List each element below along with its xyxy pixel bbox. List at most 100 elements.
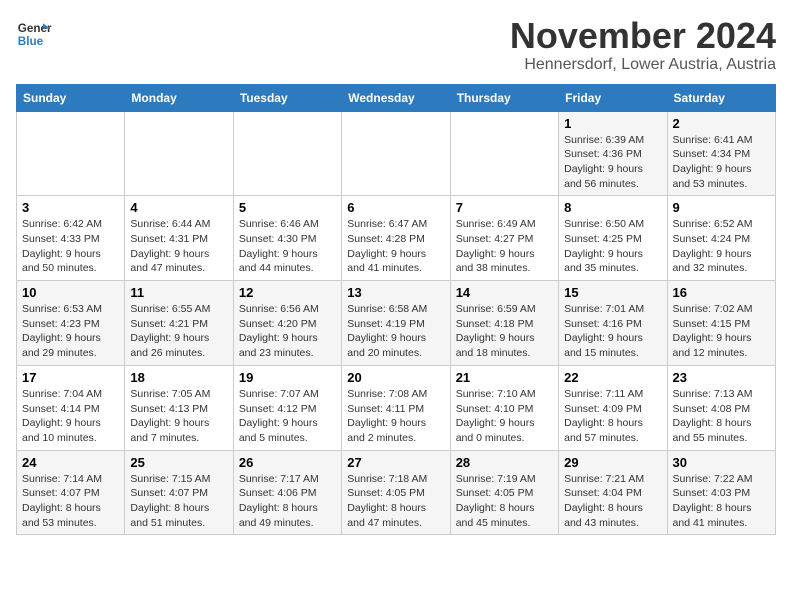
calendar-cell: 25 Sunrise: 7:15 AM Sunset: 4:07 PM Dayli… <box>125 450 233 535</box>
day-info: Sunrise: 7:04 AM Sunset: 4:14 PM Dayligh… <box>22 387 119 446</box>
day-info: Sunrise: 6:47 AM Sunset: 4:28 PM Dayligh… <box>347 217 444 276</box>
calendar-cell: 12 Sunrise: 6:56 AM Sunset: 4:20 PM Dayli… <box>233 281 341 366</box>
day-info: Sunrise: 6:58 AM Sunset: 4:19 PM Dayligh… <box>347 302 444 361</box>
day-number: 7 <box>456 200 553 215</box>
day-info: Sunrise: 7:18 AM Sunset: 4:05 PM Dayligh… <box>347 472 444 531</box>
day-number: 18 <box>130 370 227 385</box>
day-number: 28 <box>456 455 553 470</box>
day-number: 4 <box>130 200 227 215</box>
day-info: Sunrise: 6:50 AM Sunset: 4:25 PM Dayligh… <box>564 217 661 276</box>
calendar-cell: 6 Sunrise: 6:47 AM Sunset: 4:28 PM Daylig… <box>342 196 450 281</box>
page-header: General Blue November 2024 Hennersdorf, … <box>16 16 776 74</box>
svg-text:General: General <box>18 22 52 35</box>
day-info: Sunrise: 7:08 AM Sunset: 4:11 PM Dayligh… <box>347 387 444 446</box>
calendar-cell: 30 Sunrise: 7:22 AM Sunset: 4:03 PM Dayli… <box>667 450 775 535</box>
day-number: 30 <box>673 455 770 470</box>
day-info: Sunrise: 7:01 AM Sunset: 4:16 PM Dayligh… <box>564 302 661 361</box>
calendar-cell: 9Sunrise: 6:52 AM Sunset: 4:24 PM Daylig… <box>667 196 775 281</box>
day-info: Sunrise: 6:39 AM Sunset: 4:36 PM Dayligh… <box>564 133 661 192</box>
day-info: Sunrise: 7:21 AM Sunset: 4:04 PM Dayligh… <box>564 472 661 531</box>
day-number: 14 <box>456 285 553 300</box>
calendar-cell <box>17 111 125 196</box>
day-number: 21 <box>456 370 553 385</box>
day-number: 22 <box>564 370 661 385</box>
calendar-cell: 21 Sunrise: 7:10 AM Sunset: 4:10 PM Dayli… <box>450 365 558 450</box>
day-info: Sunrise: 7:17 AM Sunset: 4:06 PM Dayligh… <box>239 472 336 531</box>
month-title: November 2024 <box>510 16 776 56</box>
day-number: 23 <box>673 370 770 385</box>
day-number: 1 <box>564 116 661 131</box>
calendar-cell <box>450 111 558 196</box>
calendar-cell: 15 Sunrise: 7:01 AM Sunset: 4:16 PM Dayli… <box>559 281 667 366</box>
calendar-week-2: 3 Sunrise: 6:42 AM Sunset: 4:33 PM Daylig… <box>17 196 776 281</box>
weekday-header-wednesday: Wednesday <box>342 84 450 111</box>
day-info: Sunrise: 7:07 AM Sunset: 4:12 PM Dayligh… <box>239 387 336 446</box>
calendar-cell: 28Sunrise: 7:19 AM Sunset: 4:05 PM Dayli… <box>450 450 558 535</box>
calendar-cell: 5Sunrise: 6:46 AM Sunset: 4:30 PM Daylig… <box>233 196 341 281</box>
calendar-cell: 23 Sunrise: 7:13 AM Sunset: 4:08 PM Dayli… <box>667 365 775 450</box>
day-info: Sunrise: 7:22 AM Sunset: 4:03 PM Dayligh… <box>673 472 770 531</box>
day-info: Sunrise: 6:44 AM Sunset: 4:31 PM Dayligh… <box>130 217 227 276</box>
day-number: 13 <box>347 285 444 300</box>
calendar-cell <box>233 111 341 196</box>
day-number: 15 <box>564 285 661 300</box>
weekday-header-tuesday: Tuesday <box>233 84 341 111</box>
calendar-cell: 24 Sunrise: 7:14 AM Sunset: 4:07 PM Dayli… <box>17 450 125 535</box>
day-number: 8 <box>564 200 661 215</box>
day-number: 10 <box>22 285 119 300</box>
day-info: Sunrise: 7:05 AM Sunset: 4:13 PM Dayligh… <box>130 387 227 446</box>
calendar-cell: 3 Sunrise: 6:42 AM Sunset: 4:33 PM Daylig… <box>17 196 125 281</box>
calendar-cell: 18 Sunrise: 7:05 AM Sunset: 4:13 PM Dayli… <box>125 365 233 450</box>
day-number: 17 <box>22 370 119 385</box>
day-number: 16 <box>673 285 770 300</box>
day-number: 25 <box>130 455 227 470</box>
logo-icon: General Blue <box>16 16 52 52</box>
svg-text:Blue: Blue <box>18 35 44 48</box>
day-number: 19 <box>239 370 336 385</box>
calendar-cell: 14 Sunrise: 6:59 AM Sunset: 4:18 PM Dayli… <box>450 281 558 366</box>
calendar-week-1: 1 Sunrise: 6:39 AM Sunset: 4:36 PM Daylig… <box>17 111 776 196</box>
day-info: Sunrise: 6:59 AM Sunset: 4:18 PM Dayligh… <box>456 302 553 361</box>
calendar-cell: 11 Sunrise: 6:55 AM Sunset: 4:21 PM Dayli… <box>125 281 233 366</box>
day-number: 11 <box>130 285 227 300</box>
day-number: 5 <box>239 200 336 215</box>
calendar-cell: 10Sunrise: 6:53 AM Sunset: 4:23 PM Dayli… <box>17 281 125 366</box>
calendar-cell: 1 Sunrise: 6:39 AM Sunset: 4:36 PM Daylig… <box>559 111 667 196</box>
day-info: Sunrise: 7:15 AM Sunset: 4:07 PM Dayligh… <box>130 472 227 531</box>
day-info: Sunrise: 6:56 AM Sunset: 4:20 PM Dayligh… <box>239 302 336 361</box>
calendar-cell: 27 Sunrise: 7:18 AM Sunset: 4:05 PM Dayli… <box>342 450 450 535</box>
day-number: 24 <box>22 455 119 470</box>
calendar-cell: 29Sunrise: 7:21 AM Sunset: 4:04 PM Dayli… <box>559 450 667 535</box>
calendar-week-3: 10Sunrise: 6:53 AM Sunset: 4:23 PM Dayli… <box>17 281 776 366</box>
day-number: 27 <box>347 455 444 470</box>
day-number: 6 <box>347 200 444 215</box>
calendar-cell: 26 Sunrise: 7:17 AM Sunset: 4:06 PM Dayli… <box>233 450 341 535</box>
calendar-cell: 2 Sunrise: 6:41 AM Sunset: 4:34 PM Daylig… <box>667 111 775 196</box>
weekday-header-saturday: Saturday <box>667 84 775 111</box>
title-block: November 2024 Hennersdorf, Lower Austria… <box>510 16 776 74</box>
calendar-cell: 22Sunrise: 7:11 AM Sunset: 4:09 PM Dayli… <box>559 365 667 450</box>
calendar-cell: 8 Sunrise: 6:50 AM Sunset: 4:25 PM Daylig… <box>559 196 667 281</box>
calendar-week-4: 17 Sunrise: 7:04 AM Sunset: 4:14 PM Dayli… <box>17 365 776 450</box>
day-number: 26 <box>239 455 336 470</box>
day-info: Sunrise: 6:42 AM Sunset: 4:33 PM Dayligh… <box>22 217 119 276</box>
day-number: 9 <box>673 200 770 215</box>
logo: General Blue <box>16 16 52 52</box>
calendar-cell <box>342 111 450 196</box>
day-info: Sunrise: 6:55 AM Sunset: 4:21 PM Dayligh… <box>130 302 227 361</box>
day-number: 12 <box>239 285 336 300</box>
day-number: 2 <box>673 116 770 131</box>
calendar-cell: 20Sunrise: 7:08 AM Sunset: 4:11 PM Dayli… <box>342 365 450 450</box>
calendar-week-5: 24 Sunrise: 7:14 AM Sunset: 4:07 PM Dayli… <box>17 450 776 535</box>
day-info: Sunrise: 7:10 AM Sunset: 4:10 PM Dayligh… <box>456 387 553 446</box>
day-info: Sunrise: 6:49 AM Sunset: 4:27 PM Dayligh… <box>456 217 553 276</box>
calendar-cell: 13 Sunrise: 6:58 AM Sunset: 4:19 PM Dayli… <box>342 281 450 366</box>
weekday-header-friday: Friday <box>559 84 667 111</box>
day-info: Sunrise: 7:13 AM Sunset: 4:08 PM Dayligh… <box>673 387 770 446</box>
day-info: Sunrise: 7:14 AM Sunset: 4:07 PM Dayligh… <box>22 472 119 531</box>
day-number: 3 <box>22 200 119 215</box>
day-info: Sunrise: 7:02 AM Sunset: 4:15 PM Dayligh… <box>673 302 770 361</box>
calendar-cell: 17 Sunrise: 7:04 AM Sunset: 4:14 PM Dayli… <box>17 365 125 450</box>
day-info: Sunrise: 6:41 AM Sunset: 4:34 PM Dayligh… <box>673 133 770 192</box>
calendar-table: SundayMondayTuesdayWednesdayThursdayFrid… <box>16 84 776 536</box>
